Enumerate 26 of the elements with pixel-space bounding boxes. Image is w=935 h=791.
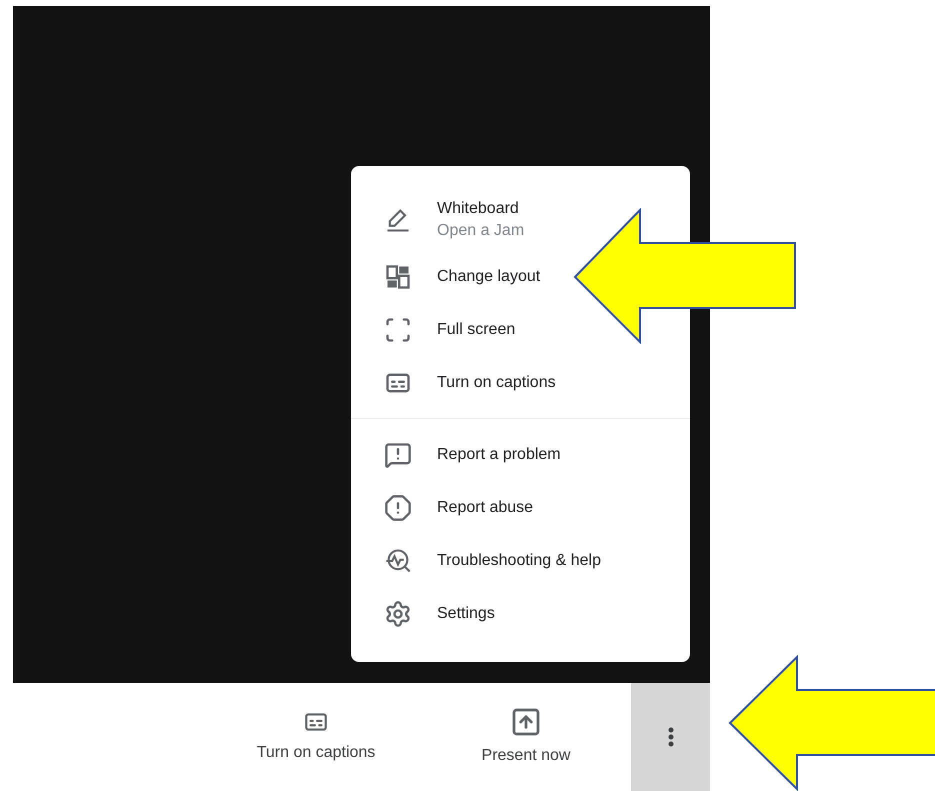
fullscreen-icon (384, 316, 412, 344)
menu-sublabel: Open a Jam (437, 221, 524, 241)
menu-item[interactable]: Report a problem (351, 428, 569, 481)
menu-item[interactable]: Whiteboard Open a Jam (351, 190, 532, 250)
menu-item[interactable]: Report abuse (351, 481, 542, 534)
menu-label: Report abuse (437, 498, 534, 518)
menu-item[interactable]: Full screen (351, 303, 524, 356)
menu-label: Settings (437, 604, 495, 624)
menu-label: Full screen (437, 320, 516, 340)
troubleshoot-icon (384, 546, 412, 574)
menu-item[interactable]: Settings (351, 587, 503, 640)
menu-item[interactable]: Turn on captions (351, 356, 564, 409)
more-icon (668, 727, 674, 747)
present-icon (510, 706, 542, 738)
report-icon (384, 440, 412, 468)
warning-icon (384, 494, 412, 522)
menu-label: Whiteboard (437, 199, 520, 219)
menu-label: Turn on captions (437, 372, 556, 392)
menu-label: Change layout (437, 266, 540, 286)
layout-icon (384, 262, 412, 290)
more-options-button[interactable] (631, 683, 710, 791)
menu-item[interactable]: Troubleshooting & help (351, 534, 609, 587)
menu-item[interactable]: Change layout (351, 250, 548, 303)
menu-label: Report a problem (437, 444, 561, 464)
settings-icon (384, 600, 412, 628)
menu-label: Troubleshooting & help (437, 550, 601, 570)
